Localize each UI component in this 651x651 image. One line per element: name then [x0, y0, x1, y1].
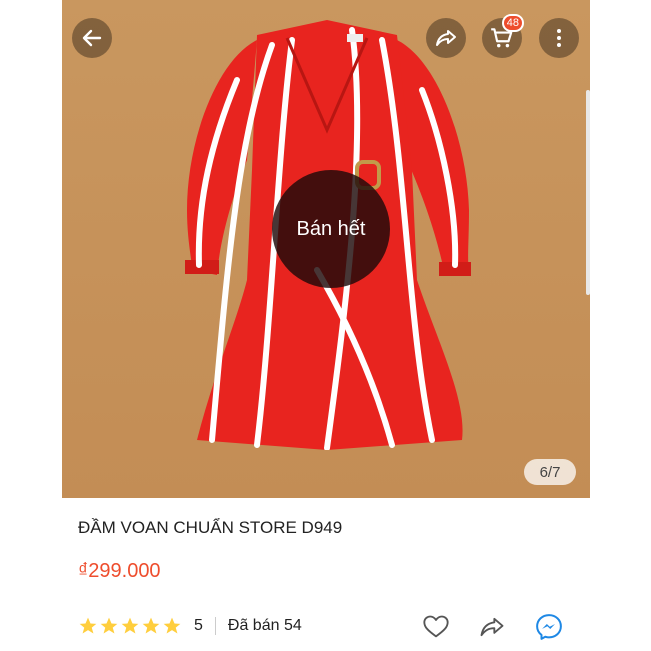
- star-icon: [79, 617, 97, 634]
- product-title: ĐẦM VOAN CHUẨN STORE D949: [78, 518, 343, 537]
- rating-stars: [78, 616, 182, 636]
- rating-value: 5: [194, 617, 203, 634]
- share-button[interactable]: [426, 18, 466, 58]
- share-icon[interactable]: [478, 613, 506, 641]
- divider: [214, 617, 216, 635]
- cart-button[interactable]: 48: [482, 14, 524, 58]
- cart-count-badge: 48: [501, 14, 524, 32]
- sold-count: Đã bán 54: [227, 617, 302, 634]
- product-image-gallery[interactable]: 48 Bán hết 6/7: [62, 0, 590, 498]
- more-options-button[interactable]: [539, 18, 579, 58]
- star-icon: [121, 617, 139, 634]
- back-arrow-icon: [82, 29, 102, 47]
- product-actions: [422, 612, 564, 642]
- product-price: ₫299.000: [78, 560, 161, 582]
- messenger-icon[interactable]: [534, 612, 564, 642]
- heart-icon[interactable]: [422, 613, 450, 641]
- share-icon: [436, 30, 456, 46]
- rating-row: 5 Đã bán 54: [78, 616, 302, 636]
- star-icon: [142, 617, 160, 634]
- star-icon: [163, 617, 181, 634]
- image-pager: 6/7: [524, 459, 576, 485]
- back-button[interactable]: [72, 18, 112, 58]
- product-page: 48 Bán hết 6/7 ĐẦM VOAN CHUẨN STORE D949…: [62, 0, 590, 651]
- star-icon: [100, 617, 118, 634]
- sold-out-overlay: Bán hết: [272, 170, 390, 288]
- scrollbar[interactable]: [586, 90, 590, 295]
- more-icon: [557, 29, 561, 47]
